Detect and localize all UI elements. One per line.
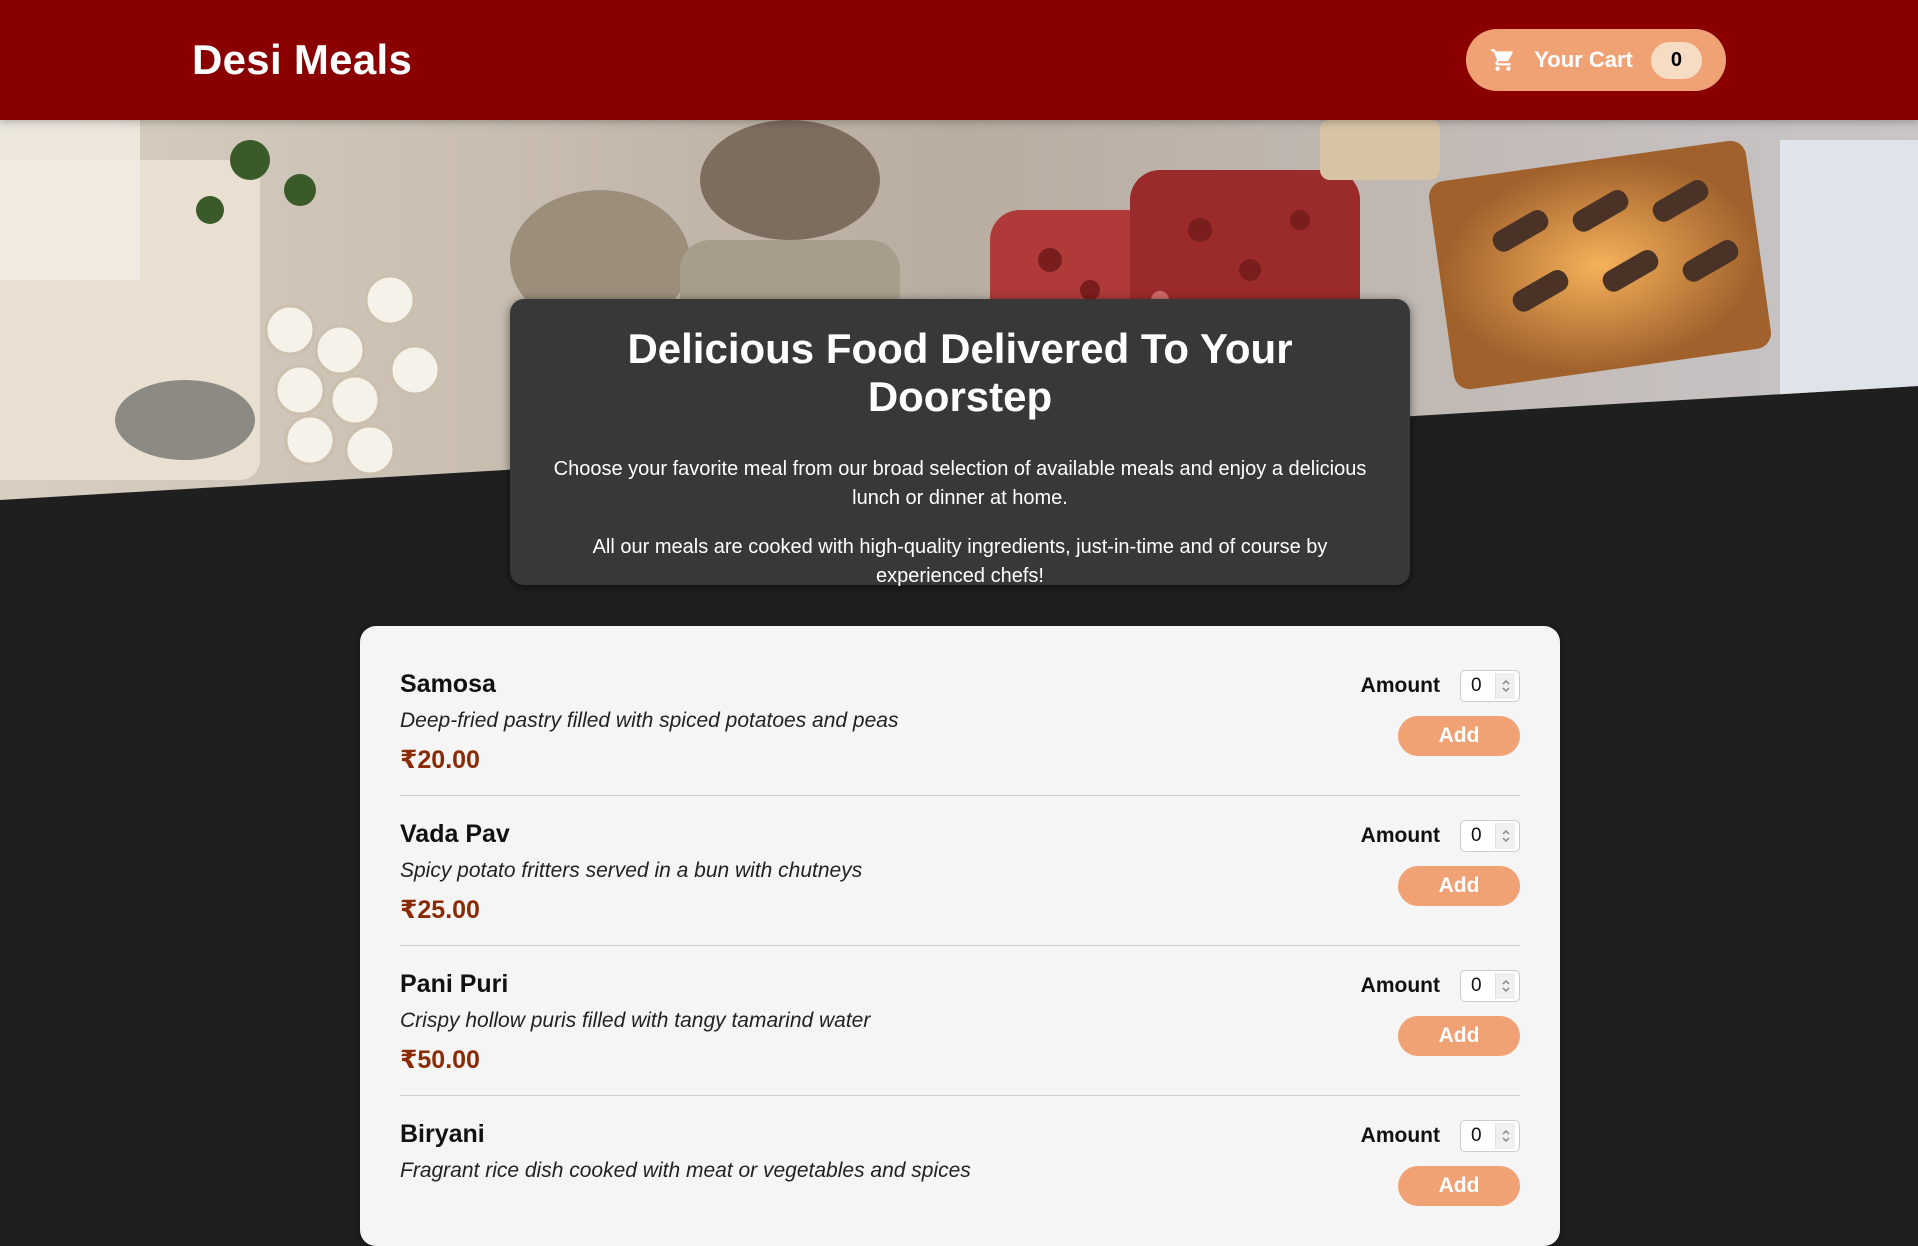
meal-form: Amount 0 Add [1361, 970, 1520, 1095]
amount-input[interactable]: 0 [1460, 1120, 1520, 1152]
meal-description: Crispy hollow puris filled with tangy ta… [400, 1009, 871, 1032]
summary-box: Delicious Food Delivered To Your Doorste… [510, 299, 1410, 587]
amount-label: Amount [1360, 674, 1440, 697]
meal-name: Samosa [400, 670, 496, 698]
meal-name: Biryani [400, 1120, 485, 1148]
amount-label: Amount [1360, 1124, 1440, 1147]
amount-value: 0 [1471, 825, 1482, 846]
amount-input[interactable]: 0 [1460, 970, 1520, 1002]
spinner-icon[interactable] [1495, 973, 1515, 999]
amount-value: 0 [1471, 675, 1482, 696]
amount-input[interactable]: 0 [1460, 820, 1520, 852]
amount-label: Amount [1360, 824, 1440, 847]
add-button[interactable]: Add [1398, 1166, 1520, 1206]
meal-item: Vada Pav Spicy potato fritters served in… [400, 796, 1520, 946]
spinner-icon[interactable] [1495, 1123, 1515, 1149]
meal-item: Biryani Fragrant rice dish cooked with m… [400, 1096, 1520, 1246]
add-button[interactable]: Add [1398, 716, 1520, 756]
meal-description: Fragrant rice dish cooked with meat or v… [400, 1159, 971, 1182]
amount-input[interactable]: 0 [1460, 670, 1520, 702]
meal-name: Pani Puri [400, 970, 509, 998]
cart-button[interactable]: Your Cart 0 [1466, 29, 1726, 91]
meal-form: Amount 0 Add [1361, 820, 1520, 945]
meal-form: Amount 0 Add [1361, 670, 1520, 795]
amount-label: Amount [1360, 974, 1440, 997]
summary-title: Delicious Food Delivered To Your Doorste… [627, 325, 1293, 420]
spinner-icon[interactable] [1495, 823, 1515, 849]
brand-title: Desi Meals [192, 36, 413, 83]
meals-list: Samosa Deep-fried pastry filled with spi… [360, 626, 1560, 1246]
add-button[interactable]: Add [1398, 866, 1520, 906]
spinner-icon[interactable] [1495, 673, 1515, 699]
meal-price: ₹25.00 [400, 896, 480, 924]
shopping-cart-icon [1490, 47, 1516, 73]
add-button[interactable]: Add [1398, 1016, 1520, 1056]
cart-count-badge: 0 [1650, 41, 1702, 79]
meal-form: Amount 0 Add [1361, 1120, 1520, 1246]
summary-paragraph-1: Choose your favorite meal from our broad… [553, 458, 1367, 509]
amount-value: 0 [1471, 975, 1482, 996]
amount-value: 0 [1471, 1125, 1482, 1146]
meal-description: Deep-fried pastry filled with spiced pot… [400, 709, 899, 732]
meal-price: ₹20.00 [400, 746, 480, 774]
app-header: Desi Meals Your Cart 0 [0, 0, 1918, 120]
cart-label: Your Cart [1534, 47, 1633, 72]
meal-description: Spicy potato fritters served in a bun wi… [400, 859, 863, 882]
meal-name: Vada Pav [400, 820, 510, 848]
summary-paragraph-2: All our meals are cooked with high-quali… [592, 536, 1328, 587]
meal-item: Samosa Deep-fried pastry filled with spi… [400, 646, 1520, 796]
meal-item: Pani Puri Crispy hollow puris filled wit… [400, 946, 1520, 1096]
meal-price: ₹50.00 [400, 1046, 480, 1074]
